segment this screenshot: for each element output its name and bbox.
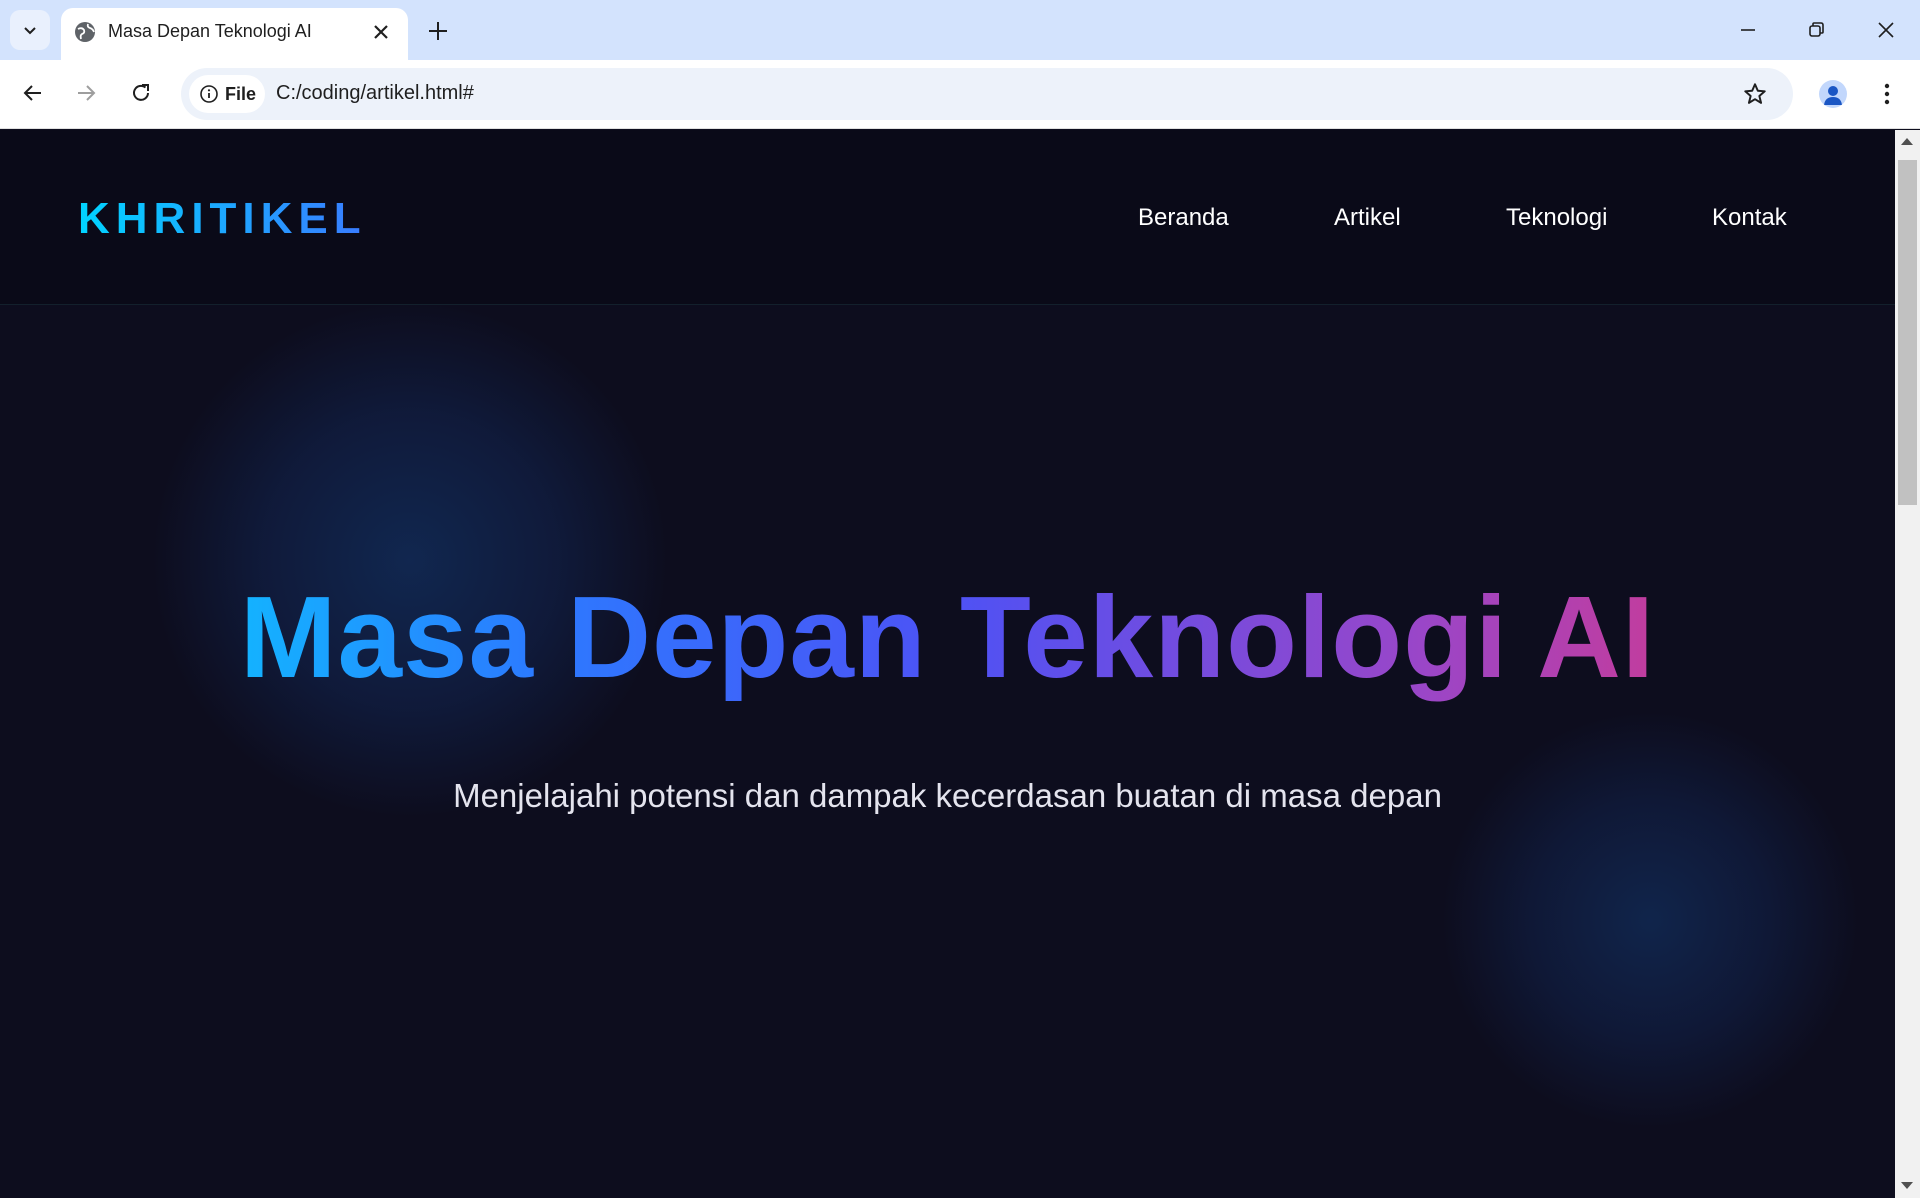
person-icon [1824,86,1842,105]
browser-toolbar: File C:/coding/artikel.html# [0,60,1920,129]
site-logo[interactable]: KHRITIKEL [78,194,367,244]
chevron-down-icon [24,27,36,35]
page-scrollbar[interactable] [1895,130,1920,1198]
globe-icon [75,22,95,42]
nav-link-beranda[interactable]: Beranda [1138,204,1229,232]
tab-search-button[interactable] [10,10,50,50]
tab-title: Masa Depan Teknologi AI [108,21,312,41]
nav-link-kontak[interactable]: Kontak [1712,204,1787,232]
arrow-left-icon [23,85,41,101]
back-button[interactable] [15,75,51,111]
hero-subtitle: Menjelajahi potensi dan dampak kecerdasa… [453,777,1442,814]
address-bar[interactable]: File C:/coding/artikel.html# [181,68,1793,120]
site-info-chip[interactable]: File [189,75,265,113]
restore-icon[interactable] [1802,16,1830,44]
forward-button[interactable] [68,75,104,111]
more-vert-icon[interactable] [1874,80,1900,108]
hero-title: Masa Depan Teknologi AI [0,568,1895,707]
close-icon[interactable] [369,20,393,44]
scroll-down-arrow-icon[interactable] [1901,1182,1913,1189]
star-icon[interactable] [1742,81,1768,107]
minimize-icon[interactable] [1734,16,1762,44]
scroll-thumb[interactable] [1898,160,1917,505]
window-close-icon[interactable] [1872,16,1900,44]
url-text[interactable]: C:/coding/artikel.html# [276,82,474,105]
site-chip-label: File [225,83,257,104]
info-icon [200,85,218,103]
arrow-right-icon [78,85,96,101]
nav-link-teknologi[interactable]: Teknologi [1506,204,1607,232]
new-tab-plus-icon[interactable] [424,17,452,45]
scroll-up-arrow-icon[interactable] [1901,138,1913,145]
background-glow [1440,710,1860,1130]
nav-link-artikel[interactable]: Artikel [1334,204,1401,232]
active-tab[interactable]: Masa Depan Teknologi AI [61,8,408,60]
site-header: KHRITIKEL Beranda Artikel Teknologi Kont… [0,130,1895,305]
reload-icon [133,84,149,101]
reload-button[interactable] [123,75,159,111]
background-glow [150,300,670,820]
page-viewport: KHRITIKEL Beranda Artikel Teknologi Kont… [0,130,1895,1198]
profile-avatar[interactable] [1819,80,1847,108]
tab-strip: Masa Depan Teknologi AI [0,0,1920,60]
